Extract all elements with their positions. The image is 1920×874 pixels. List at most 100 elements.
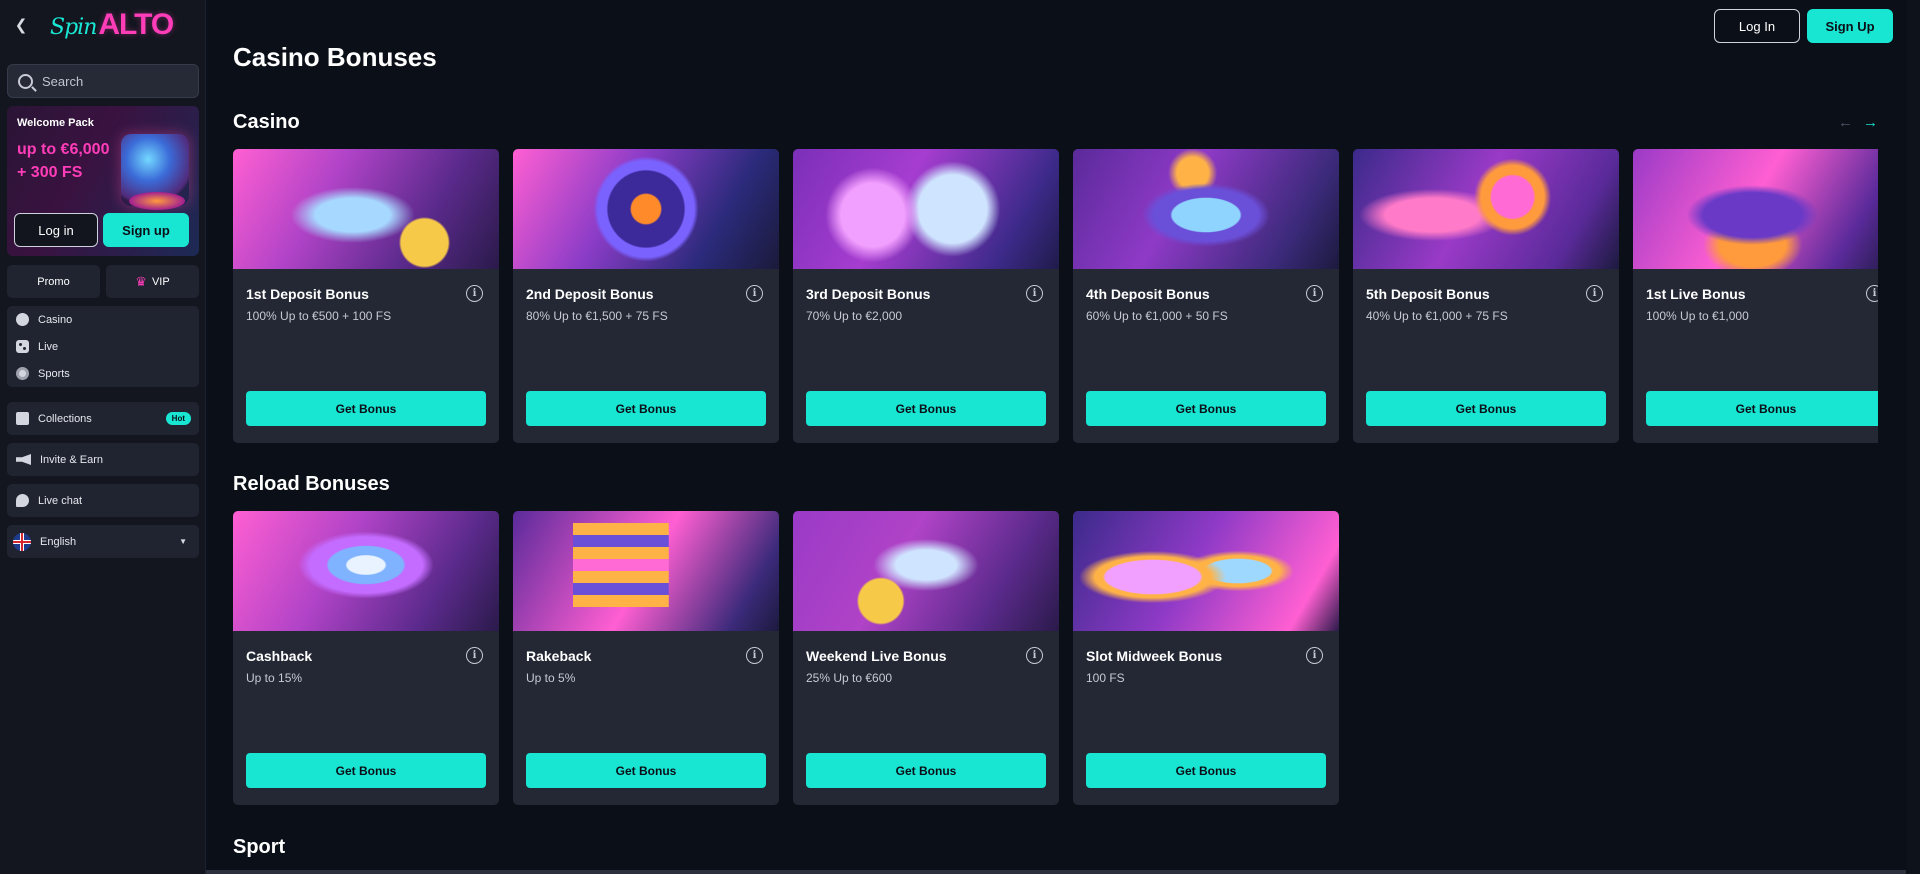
bonus-card: Rakeback i Up to 5% Get Bonus bbox=[513, 511, 779, 805]
get-bonus-button[interactable]: Get Bonus bbox=[526, 753, 766, 788]
bonus-card-description: 100 FS bbox=[1086, 671, 1125, 685]
bonus-card-title: Slot Midweek Bonus bbox=[1086, 648, 1223, 664]
bonus-card-description: Up to 15% bbox=[246, 671, 303, 685]
bonus-card-image bbox=[1633, 149, 1878, 269]
bonus-card-description: 40% Up to €1,000 + 75 FS bbox=[1366, 309, 1508, 323]
info-icon[interactable]: i bbox=[1026, 285, 1043, 302]
bonus-card: 1st Live Bonus i 100% Up to €1,000 Get B… bbox=[1633, 149, 1878, 443]
bonus-card-image bbox=[233, 149, 499, 269]
sidebar-item-invite[interactable]: Invite & Earn bbox=[7, 443, 199, 476]
bonus-card-image bbox=[233, 511, 499, 631]
sidebar-item-label: Live chat bbox=[38, 494, 83, 507]
vip-button[interactable]: ♛ VIP bbox=[106, 265, 199, 298]
crown-icon: ♛ bbox=[135, 273, 147, 289]
arrow-left-icon[interactable]: ← bbox=[1838, 114, 1853, 131]
language-row: English ▼ bbox=[7, 525, 199, 558]
get-bonus-button[interactable]: Get Bonus bbox=[1086, 753, 1326, 788]
soccer-icon bbox=[16, 367, 29, 380]
sidebar-item-label: Casino bbox=[38, 313, 73, 326]
get-bonus-button[interactable]: Get Bonus bbox=[806, 753, 1046, 788]
bonus-card-title: 3rd Deposit Bonus bbox=[806, 286, 931, 302]
welcome-pack-banner[interactable]: Welcome Pack up to €6,000 + 300 FS Log i… bbox=[7, 106, 199, 256]
arrow-right-icon[interactable]: → bbox=[1863, 114, 1878, 131]
uk-flag-icon bbox=[13, 532, 31, 551]
info-icon[interactable]: i bbox=[746, 647, 763, 664]
sidebar-item-label: Invite & Earn bbox=[40, 453, 103, 466]
welcome-pack-amount: up to €6,000 + 300 FS bbox=[17, 138, 127, 184]
language-selector[interactable]: English ▼ bbox=[7, 525, 199, 558]
bonus-card: Slot Midweek Bonus i 100 FS Get Bonus bbox=[1073, 511, 1339, 805]
info-icon[interactable]: i bbox=[1026, 647, 1043, 664]
bonus-card-title: 1st Deposit Bonus bbox=[246, 286, 369, 302]
welcome-amount-line1: up to €6,000 bbox=[17, 141, 110, 158]
bonus-card-title: 4th Deposit Bonus bbox=[1086, 286, 1210, 302]
sidebar-item-live[interactable]: Live bbox=[7, 333, 199, 360]
info-icon[interactable]: i bbox=[1866, 285, 1878, 302]
bonus-card-description: 70% Up to €2,000 bbox=[806, 309, 903, 323]
live-chat-row: Live chat bbox=[7, 484, 199, 517]
bonus-card-title: 5th Deposit Bonus bbox=[1366, 286, 1490, 302]
bonus-card: Weekend Live Bonus i 25% Up to €600 Get … bbox=[793, 511, 1059, 805]
bonus-card-description: 100% Up to €500 + 100 FS bbox=[246, 309, 392, 323]
reload-bonus-row: Cashback i Up to 15% Get Bonus Rakeback … bbox=[233, 511, 1878, 805]
bonus-card-description: 80% Up to €1,500 + 75 FS bbox=[526, 309, 668, 323]
sidebar-login-button[interactable]: Log in bbox=[14, 213, 98, 247]
bonus-card: 1st Deposit Bonus i 100% Up to €500 + 10… bbox=[233, 149, 499, 443]
bonus-card-description: 25% Up to €600 bbox=[806, 671, 893, 685]
collapse-sidebar-button[interactable]: ❮ bbox=[10, 14, 32, 36]
caret-down-icon: ▼ bbox=[179, 537, 187, 546]
bonus-card-description: Up to 5% bbox=[526, 671, 576, 685]
get-bonus-button[interactable]: Get Bonus bbox=[246, 753, 486, 788]
ball-icon bbox=[16, 313, 29, 326]
sidebar-item-casino[interactable]: Casino bbox=[7, 306, 199, 333]
get-bonus-button[interactable]: Get Bonus bbox=[246, 391, 486, 426]
chevron-left-icon: ❮ bbox=[14, 17, 28, 34]
page-scrollbar[interactable] bbox=[1907, 0, 1920, 874]
get-bonus-button[interactable]: Get Bonus bbox=[1086, 391, 1326, 426]
chat-icon bbox=[16, 494, 29, 507]
info-icon[interactable]: i bbox=[1306, 647, 1323, 664]
header-signup-button[interactable]: Sign Up bbox=[1807, 9, 1893, 43]
bonus-card: 5th Deposit Bonus i 40% Up to €1,000 + 7… bbox=[1353, 149, 1619, 443]
info-icon[interactable]: i bbox=[466, 285, 483, 302]
sidebar-signup-button[interactable]: Sign up bbox=[103, 213, 189, 247]
carousel-arrows: ← → bbox=[1838, 114, 1878, 131]
sidebar-item-sports[interactable]: Sports bbox=[7, 360, 199, 387]
get-bonus-button[interactable]: Get Bonus bbox=[1366, 391, 1606, 426]
bonus-card: Cashback i Up to 15% Get Bonus bbox=[233, 511, 499, 805]
sidebar-item-label: Collections bbox=[38, 412, 92, 425]
bonus-card-title: Rakeback bbox=[526, 648, 592, 664]
header-login-button[interactable]: Log In bbox=[1714, 9, 1800, 43]
invite-row: Invite & Earn bbox=[7, 443, 199, 476]
sidebar-item-collections[interactable]: Collections Hot bbox=[7, 402, 199, 435]
get-bonus-button[interactable]: Get Bonus bbox=[526, 391, 766, 426]
search-icon bbox=[18, 73, 33, 89]
get-bonus-button[interactable]: Get Bonus bbox=[806, 391, 1046, 426]
bonus-card-image bbox=[1073, 149, 1339, 269]
sidebar: ❮ SpinALTO Search Welcome Pack up to €6,… bbox=[0, 0, 206, 874]
search-input[interactable]: Search bbox=[7, 64, 199, 98]
section-title-sport: Sport bbox=[233, 836, 286, 858]
sidebar-item-live-chat[interactable]: Live chat bbox=[7, 484, 199, 517]
bottom-divider bbox=[206, 870, 1906, 874]
bonus-card-title: 2nd Deposit Bonus bbox=[526, 286, 654, 302]
logo[interactable]: SpinALTO bbox=[50, 8, 174, 42]
games-nav: Casino Live Sports bbox=[7, 306, 199, 387]
info-icon[interactable]: i bbox=[466, 647, 483, 664]
sidebar-item-label: Sports bbox=[38, 367, 70, 380]
info-icon[interactable]: i bbox=[746, 285, 763, 302]
puzzle-icon bbox=[16, 412, 29, 425]
bonus-card-image bbox=[1353, 149, 1619, 269]
section-title-casino: Casino bbox=[233, 111, 300, 133]
bonus-card: 3rd Deposit Bonus i 70% Up to €2,000 Get… bbox=[793, 149, 1059, 443]
info-icon[interactable]: i bbox=[1306, 285, 1323, 302]
promo-button[interactable]: Promo bbox=[7, 265, 100, 298]
bonus-card-description: 60% Up to €1,000 + 50 FS bbox=[1086, 309, 1228, 323]
welcome-pack-title: Welcome Pack bbox=[17, 117, 94, 129]
promo-label: Promo bbox=[37, 275, 70, 288]
hot-badge: Hot bbox=[165, 412, 191, 425]
get-bonus-button[interactable]: Get Bonus bbox=[1646, 391, 1878, 426]
bonus-card-image bbox=[793, 511, 1059, 631]
vip-label: VIP bbox=[151, 275, 170, 288]
info-icon[interactable]: i bbox=[1586, 285, 1603, 302]
